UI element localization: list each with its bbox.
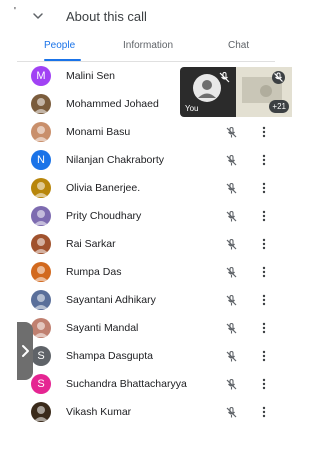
mic-off-icon [226,182,237,194]
participant-name: Vikash Kumar [66,406,132,418]
participant-row[interactable]: S Suchandra Bhattacharyya [17,370,275,398]
page-mark: ' [14,6,16,17]
more-participants-badge: +21 [269,100,289,113]
tab-information[interactable]: Information [123,40,173,51]
participant-row[interactable]: Prity Choudhary [17,202,275,230]
mic-off-icon [226,322,237,334]
participant-row[interactable]: N Nilanjan Chakraborty [17,146,275,174]
tab-chat[interactable]: Chat [228,40,249,51]
avatar [31,206,51,226]
more-options-icon[interactable] [262,322,266,334]
page-title: About this call [66,9,147,24]
participant-name: Suchandra Bhattacharyya [66,378,187,390]
participant-name: Shampa Dasgupta [66,350,153,362]
mic-off-icon [226,126,237,138]
mic-off-icon [226,378,237,390]
more-options-icon[interactable] [262,210,266,222]
participant-name: Mohammed Johaed [66,98,159,110]
more-options-icon[interactable] [262,378,266,390]
participant-name: Sayantani Adhikary [66,294,156,306]
avatar [31,262,51,282]
more-options-icon[interactable] [262,294,266,306]
active-tab-indicator [44,59,81,61]
mic-off-icon [226,406,237,418]
participant-name: Sayanti Mandal [66,322,139,334]
participant-name: Malini Sen [66,70,116,82]
more-options-icon[interactable] [262,126,266,138]
chevron-down-icon[interactable] [31,9,45,23]
participant-name: Prity Choudhary [66,210,142,222]
tab-people[interactable]: People [44,40,75,51]
video-tiles[interactable]: You +21 [180,67,292,117]
panel-header: About this call [17,0,275,32]
avatar [31,234,51,254]
avatar: N [31,150,51,170]
self-video-tile[interactable]: You [180,67,236,117]
mic-off-icon [219,72,230,83]
more-options-icon[interactable] [262,182,266,194]
avatar: S [31,374,51,394]
mic-off-icon [226,238,237,250]
participant-row[interactable]: Rumpa Das [17,258,275,286]
avatar [31,94,51,114]
avatar [31,318,51,338]
mic-off-icon [226,294,237,306]
avatar [31,290,51,310]
participant-name: Rumpa Das [66,266,122,278]
avatar [31,402,51,422]
more-options-icon[interactable] [262,154,266,166]
participant-name: Monami Basu [66,126,131,138]
avatar: M [31,66,51,86]
avatar [31,178,51,198]
tab-bar: People Information Chat [17,34,275,62]
more-options-icon[interactable] [262,406,266,418]
mic-off-icon [226,266,237,278]
side-panel-handle[interactable] [17,322,33,380]
mic-off-icon [226,154,237,166]
participant-name: Olivia Banerjee. [66,182,141,194]
more-options-icon[interactable] [262,238,266,250]
participant-row[interactable]: Sayanti Mandal [17,314,275,342]
chevron-right-icon [22,345,29,357]
self-tile-label: You [185,104,199,113]
participant-row[interactable]: Sayantani Adhikary [17,286,275,314]
mic-off-icon [226,350,237,362]
participant-row[interactable]: Olivia Banerjee. [17,174,275,202]
participant-row[interactable]: Vikash Kumar [17,398,275,426]
more-options-icon[interactable] [262,266,266,278]
avatar: S [31,346,51,366]
participant-row[interactable]: Monami Basu [17,118,275,146]
participant-name: Rai Sarkar [66,238,116,250]
mic-off-icon [226,210,237,222]
avatar [31,122,51,142]
call-details-panel: About this call People Information Chat … [17,0,292,455]
mic-off-icon [272,71,285,84]
others-video-tile[interactable]: +21 [236,67,292,117]
participant-row[interactable]: S Shampa Dasgupta [17,342,275,370]
participant-row[interactable]: Rai Sarkar [17,230,275,258]
left-edge [0,0,12,455]
participant-name: Nilanjan Chakraborty [66,154,165,166]
more-options-icon[interactable] [262,350,266,362]
